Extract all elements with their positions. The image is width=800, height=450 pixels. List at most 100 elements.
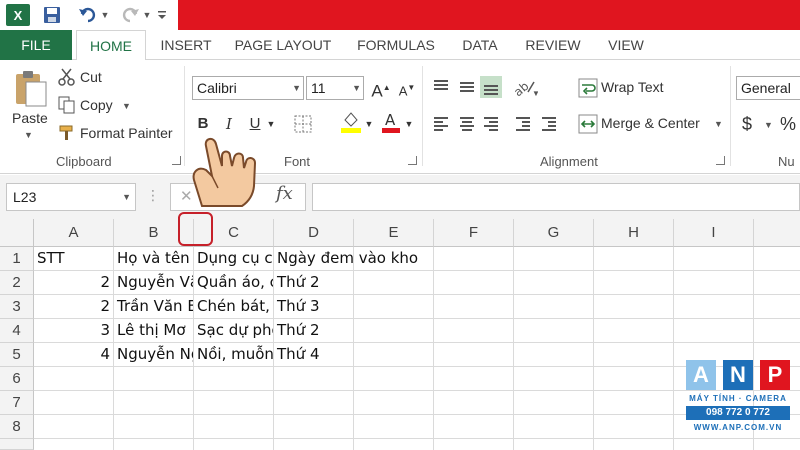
cell-b4[interactable]: Lê thị Mơ <box>114 319 194 343</box>
alignment-launcher-icon[interactable] <box>716 156 725 165</box>
cut-icon[interactable] <box>58 68 76 86</box>
row-header-9[interactable] <box>0 439 34 450</box>
cell-c2[interactable]: Quần áo, c <box>194 271 274 295</box>
row-header-3[interactable]: 3 <box>0 295 34 319</box>
top-align-icon[interactable] <box>430 76 452 98</box>
wrap-text-button[interactable]: Wrap Text <box>601 79 664 95</box>
cell-d4[interactable]: Thứ 2 <box>274 319 354 343</box>
orientation-icon[interactable]: ab ▼ <box>511 76 540 99</box>
merge-dropdown-icon[interactable]: ▼ <box>714 119 723 129</box>
tab-review[interactable]: REVIEW <box>518 30 588 60</box>
cell-a5[interactable]: 4 <box>34 343 114 367</box>
font-launcher-icon[interactable] <box>408 156 417 165</box>
row-header-1[interactable]: 1 <box>0 247 34 271</box>
select-all-button[interactable] <box>0 219 34 247</box>
decrease-indent-icon[interactable] <box>512 112 534 134</box>
name-box[interactable]: L23 ▼ <box>6 183 136 211</box>
merge-center-icon[interactable] <box>578 114 598 134</box>
cell-b5[interactable]: Nguyễn Ng <box>114 343 194 367</box>
cell-a1[interactable]: STT <box>34 247 114 271</box>
paste-dropdown-icon[interactable]: ▼ <box>24 130 33 140</box>
cell-c5[interactable]: Nồi, muỗn <box>194 343 274 367</box>
copy-button[interactable]: Copy <box>80 97 113 113</box>
worksheet-grid[interactable]: A B C D E F G H I 1 2 3 4 5 6 7 8 STT Họ… <box>0 219 800 450</box>
anp-letter-a: A <box>686 360 716 390</box>
redo-icon[interactable] <box>118 4 142 26</box>
cut-button[interactable]: Cut <box>80 69 102 85</box>
cell-a3[interactable]: 2 <box>34 295 114 319</box>
wrap-text-icon[interactable] <box>578 78 598 98</box>
row-header-4[interactable]: 4 <box>0 319 34 343</box>
tab-home[interactable]: HOME <box>76 30 146 61</box>
number-format-select[interactable]: General <box>736 76 800 100</box>
cell-d5[interactable]: Thứ 4 <box>274 343 354 367</box>
row-header-2[interactable]: 2 <box>0 271 34 295</box>
cell-a4[interactable]: 3 <box>34 319 114 343</box>
cell-c4[interactable]: Sạc dự phò <box>194 319 274 343</box>
fill-color-dropdown-icon[interactable]: ▼ <box>364 112 374 136</box>
middle-align-icon[interactable] <box>456 76 478 98</box>
column-header-i[interactable]: I <box>674 219 754 247</box>
redo-dropdown-icon[interactable]: ▼ <box>142 4 152 26</box>
undo-icon[interactable] <box>76 4 100 26</box>
increase-indent-icon[interactable] <box>538 112 560 134</box>
copy-icon[interactable] <box>58 96 76 114</box>
cell-b2[interactable]: Nguyễn Vă <box>114 271 194 295</box>
currency-button[interactable]: $ <box>742 114 752 135</box>
paste-button[interactable]: Paste <box>12 110 48 126</box>
undo-dropdown-icon[interactable]: ▼ <box>100 4 110 26</box>
column-header-e[interactable]: E <box>354 219 434 247</box>
tab-formulas[interactable]: FORMULAS <box>348 30 444 60</box>
group-divider <box>184 66 185 166</box>
merge-center-button[interactable]: Merge & Center <box>601 115 700 131</box>
align-left-icon[interactable] <box>430 112 452 134</box>
copy-dropdown-icon[interactable]: ▼ <box>122 101 131 111</box>
borders-icon[interactable] <box>292 112 314 136</box>
cell-a2[interactable]: 2 <box>34 271 114 295</box>
cell-b1[interactable]: Họ và tên <box>114 247 194 271</box>
tab-file[interactable]: FILE <box>0 30 72 60</box>
row-header-6[interactable]: 6 <box>0 367 34 391</box>
row-header-7[interactable]: 7 <box>0 391 34 415</box>
column-header-h[interactable]: H <box>594 219 674 247</box>
excel-logo-icon[interactable]: X <box>6 4 30 26</box>
fill-color-icon[interactable] <box>340 110 362 134</box>
font-color-icon[interactable]: A <box>380 110 402 134</box>
currency-dropdown-icon[interactable]: ▼ <box>764 120 773 130</box>
font-name-select[interactable]: Calibri ▼ <box>192 76 304 100</box>
cell-b3[interactable]: Trần Văn B <box>114 295 194 319</box>
font-color-dropdown-icon[interactable]: ▼ <box>404 112 414 136</box>
grow-font-icon[interactable]: A▲ <box>370 76 392 101</box>
cell-c1[interactable]: Dụng cụ ch <box>194 247 274 271</box>
save-icon[interactable] <box>42 4 62 26</box>
format-painter-button[interactable]: Format Painter <box>80 125 173 141</box>
cell-d1[interactable]: Ngày đem vào kho <box>274 247 434 271</box>
cell-c3[interactable]: Chén bát, t <box>194 295 274 319</box>
alignment-group-label: Alignment <box>540 154 598 169</box>
paste-icon[interactable] <box>10 68 50 108</box>
cell-d3[interactable]: Thứ 3 <box>274 295 354 319</box>
percent-button[interactable]: % <box>780 114 796 135</box>
cell-d2[interactable]: Thứ 2 <box>274 271 354 295</box>
tab-data[interactable]: DATA <box>452 30 508 60</box>
row-header-5[interactable]: 5 <box>0 343 34 367</box>
column-header-f[interactable]: F <box>434 219 514 247</box>
clipboard-launcher-icon[interactable] <box>172 156 181 165</box>
column-header-d[interactable]: D <box>274 219 354 247</box>
align-center-icon[interactable] <box>456 112 478 134</box>
shrink-font-icon[interactable]: A▼ <box>396 76 418 100</box>
bottom-align-icon[interactable] <box>480 76 502 98</box>
tab-page-layout[interactable]: PAGE LAYOUT <box>228 30 338 60</box>
column-header-g[interactable]: G <box>514 219 594 247</box>
customize-qat-icon[interactable] <box>154 4 170 26</box>
formula-input[interactable] <box>312 183 800 211</box>
tab-view[interactable]: VIEW <box>600 30 652 60</box>
anp-letter-p: P <box>760 360 790 390</box>
row-header-8[interactable]: 8 <box>0 415 34 439</box>
tab-insert[interactable]: INSERT <box>152 30 220 60</box>
column-header-partial[interactable] <box>754 219 800 247</box>
column-header-a[interactable]: A <box>34 219 114 247</box>
format-painter-icon[interactable] <box>58 124 76 142</box>
font-size-select[interactable]: 11 ▼ <box>306 76 364 100</box>
align-right-icon[interactable] <box>480 112 502 134</box>
